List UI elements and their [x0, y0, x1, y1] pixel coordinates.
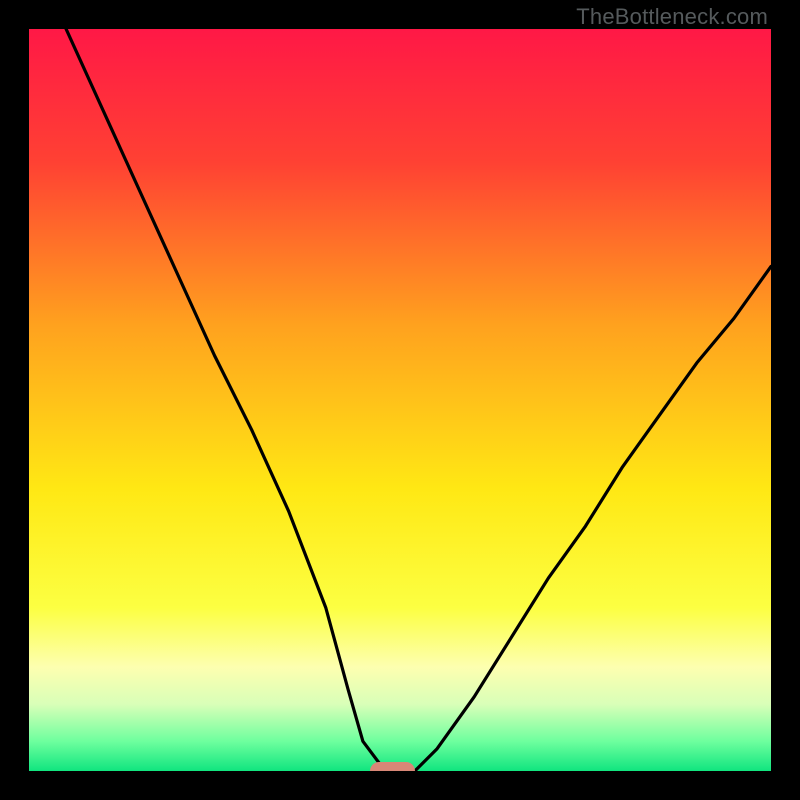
bottleneck-curve-line — [29, 29, 771, 771]
curve-path — [66, 29, 771, 771]
optimum-marker-icon — [370, 762, 415, 771]
chart-frame: TheBottleneck.com — [0, 0, 800, 800]
attribution-label: TheBottleneck.com — [576, 4, 768, 30]
chart-plot-area — [29, 29, 771, 771]
